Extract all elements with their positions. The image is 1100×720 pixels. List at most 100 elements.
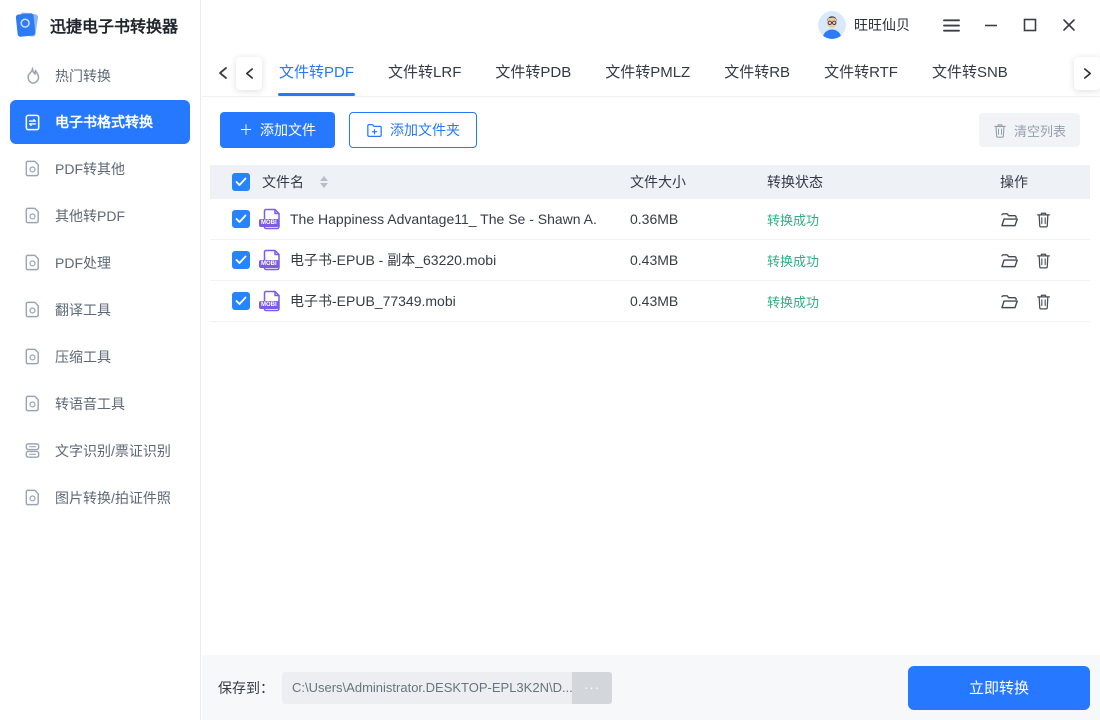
tabs-scroll-left-button[interactable] <box>236 56 262 90</box>
column-file-name: 文件名 <box>262 174 304 190</box>
tab-file-to-rtf[interactable]: 文件转RTF <box>807 50 915 96</box>
file-size: 0.43MB <box>630 252 679 268</box>
column-convert-status: 转换状态 <box>767 174 823 190</box>
window-controls <box>932 9 1088 41</box>
user-name: 旺旺仙贝 <box>854 17 910 33</box>
folder-plus-icon <box>366 123 383 138</box>
translate-icon <box>23 300 42 319</box>
sidebar-item-pdf-process[interactable]: PDF处理 <box>0 239 200 286</box>
plus-icon: ＋ <box>239 122 253 138</box>
tabs: 文件转PDF 文件转LRF 文件转PDB 文件转PMLZ 文件转RB 文件转RT… <box>262 50 1074 96</box>
mobi-file-icon: MOBI <box>259 290 282 312</box>
pdf-edit-icon <box>23 253 42 272</box>
menu-icon[interactable] <box>932 9 971 41</box>
sidebar-item-label: 转语音工具 <box>55 395 125 412</box>
open-folder-button[interactable] <box>1000 252 1019 269</box>
sidebar-item-label: 压缩工具 <box>55 348 111 365</box>
sidebar-item-label: 翻译工具 <box>55 301 111 318</box>
table-row: MOBI 电子书-EPUB - 副本_63220.mobi 0.43MB 转换成… <box>210 240 1090 281</box>
ocr-icon <box>23 441 42 460</box>
row-checkbox[interactable] <box>232 292 250 310</box>
save-path-input[interactable]: C:\Users\Administrator.DESKTOP-EPL3K2N\D… <box>282 671 572 704</box>
tabs-scroll-right-button[interactable] <box>1074 56 1100 90</box>
tab-file-to-rb[interactable]: 文件转RB <box>707 50 807 96</box>
open-folder-button[interactable] <box>1000 211 1019 228</box>
clear-list-button[interactable]: 清空列表 <box>978 113 1080 147</box>
avatar <box>818 11 846 39</box>
flame-icon <box>23 66 42 85</box>
sidebar-item-ebook-format-convert[interactable]: 电子书格式转换 <box>10 100 190 144</box>
tab-file-to-pdb[interactable]: 文件转PDB <box>478 50 588 96</box>
user-account[interactable]: 旺旺仙贝 <box>818 11 910 39</box>
tab-file-to-snb[interactable]: 文件转SNB <box>915 50 1025 96</box>
mobi-file-icon: MOBI <box>259 249 282 271</box>
delete-file-button[interactable] <box>1036 293 1051 310</box>
column-actions: 操作 <box>1000 174 1028 190</box>
open-folder-button[interactable] <box>1000 293 1019 310</box>
app-title: 迅捷电子书转换器 <box>50 19 179 36</box>
tab-file-to-lrf[interactable]: 文件转LRF <box>371 50 478 96</box>
table-row: MOBI 电子书-EPUB_77349.mobi 0.43MB 转换成功 <box>210 281 1090 322</box>
ebook-convert-icon <box>23 113 42 132</box>
sidebar-nav: 热门转换 电子书格式转换 PDF转其他 其他转PDF PDF处理 翻译工具 压缩… <box>0 50 200 521</box>
select-all-checkbox[interactable] <box>232 173 250 191</box>
other-to-pdf-icon <box>23 206 42 225</box>
sidebar-item-hot-convert[interactable]: 热门转换 <box>0 52 200 99</box>
sidebar-item-label: 热门转换 <box>55 67 111 84</box>
sidebar-item-compress-tools[interactable]: 压缩工具 <box>0 333 200 380</box>
sidebar-item-translate-tools[interactable]: 翻译工具 <box>0 286 200 333</box>
file-name: 电子书-EPUB_77349.mobi <box>290 293 456 309</box>
sidebar-item-label: PDF转其他 <box>55 160 125 177</box>
status-badge: 转换成功 <box>767 212 820 228</box>
sidebar-item-label: 电子书格式转换 <box>55 114 153 130</box>
delete-file-button[interactable] <box>1036 252 1051 269</box>
browse-path-button[interactable]: ··· <box>572 671 612 704</box>
table-header: 文件名 文件大小 转换状态 操作 <box>210 165 1090 199</box>
sidebar-item-other-to-pdf[interactable]: 其他转PDF <box>0 192 200 239</box>
mobi-file-icon: MOBI <box>259 208 282 230</box>
maximize-button[interactable] <box>1010 9 1049 41</box>
main-area: 旺旺仙贝 文件转PDF 文件转LRF 文件转PDB 文件转PMLZ 文件转RB … <box>202 0 1100 720</box>
tab-file-to-pmlz[interactable]: 文件转PMLZ <box>588 50 707 96</box>
sidebar-item-label: 图片转换/拍证件照 <box>55 489 171 506</box>
footer-bar: 保存到： C:\Users\Administrator.DESKTOP-EPL3… <box>202 655 1100 720</box>
row-checkbox[interactable] <box>232 251 250 269</box>
app-brand: 迅捷电子书转换器 <box>0 0 200 50</box>
sidebar-item-ocr[interactable]: 文字识别/票证识别 <box>0 427 200 474</box>
tabbar: 文件转PDF 文件转LRF 文件转PDB 文件转PMLZ 文件转RB 文件转RT… <box>202 50 1100 97</box>
titlebar: 旺旺仙贝 <box>202 0 1100 50</box>
sidebar-item-label: 其他转PDF <box>55 207 125 224</box>
trash-icon <box>993 123 1007 138</box>
add-file-button[interactable]: ＋ 添加文件 <box>220 112 335 148</box>
add-folder-button[interactable]: 添加文件夹 <box>349 112 477 148</box>
minimize-button[interactable] <box>971 9 1010 41</box>
content: ＋ 添加文件 添加文件夹 清空列表 文件名 文件大小 转换状态 操作 MOBI … <box>202 97 1100 655</box>
sort-icon[interactable] <box>320 176 328 188</box>
app-logo-icon <box>13 11 41 39</box>
sidebar: 迅捷电子书转换器 热门转换 电子书格式转换 PDF转其他 其他转PDF PDF处… <box>0 0 201 720</box>
sidebar-item-label: 文字识别/票证识别 <box>55 442 171 459</box>
save-to-label: 保存到： <box>218 679 274 696</box>
compress-icon <box>23 347 42 366</box>
file-table: 文件名 文件大小 转换状态 操作 MOBI The Happiness Adva… <box>210 165 1090 322</box>
sidebar-item-pdf-to-other[interactable]: PDF转其他 <box>0 145 200 192</box>
file-size: 0.43MB <box>630 293 679 309</box>
convert-now-button[interactable]: 立即转换 <box>908 665 1090 710</box>
tabs-back-icon[interactable] <box>218 66 228 80</box>
sidebar-item-to-speech-tools[interactable]: 转语音工具 <box>0 380 200 427</box>
row-checkbox[interactable] <box>232 210 250 228</box>
toolbar: ＋ 添加文件 添加文件夹 清空列表 <box>202 97 1100 161</box>
audio-icon <box>23 394 42 413</box>
table-row: MOBI The Happiness Advantage11_ The Se -… <box>210 199 1090 240</box>
image-photo-icon <box>23 488 42 507</box>
sidebar-item-label: PDF处理 <box>55 254 111 271</box>
status-badge: 转换成功 <box>767 294 820 310</box>
column-file-size: 文件大小 <box>630 174 686 190</box>
delete-file-button[interactable] <box>1036 211 1051 228</box>
close-button[interactable] <box>1049 9 1088 41</box>
file-size: 0.36MB <box>630 211 679 227</box>
save-path-group: C:\Users\Administrator.DESKTOP-EPL3K2N\D… <box>282 671 612 704</box>
file-name: 电子书-EPUB - 副本_63220.mobi <box>290 252 497 268</box>
tab-file-to-pdf[interactable]: 文件转PDF <box>262 50 371 96</box>
sidebar-item-image-tools[interactable]: 图片转换/拍证件照 <box>0 474 200 521</box>
